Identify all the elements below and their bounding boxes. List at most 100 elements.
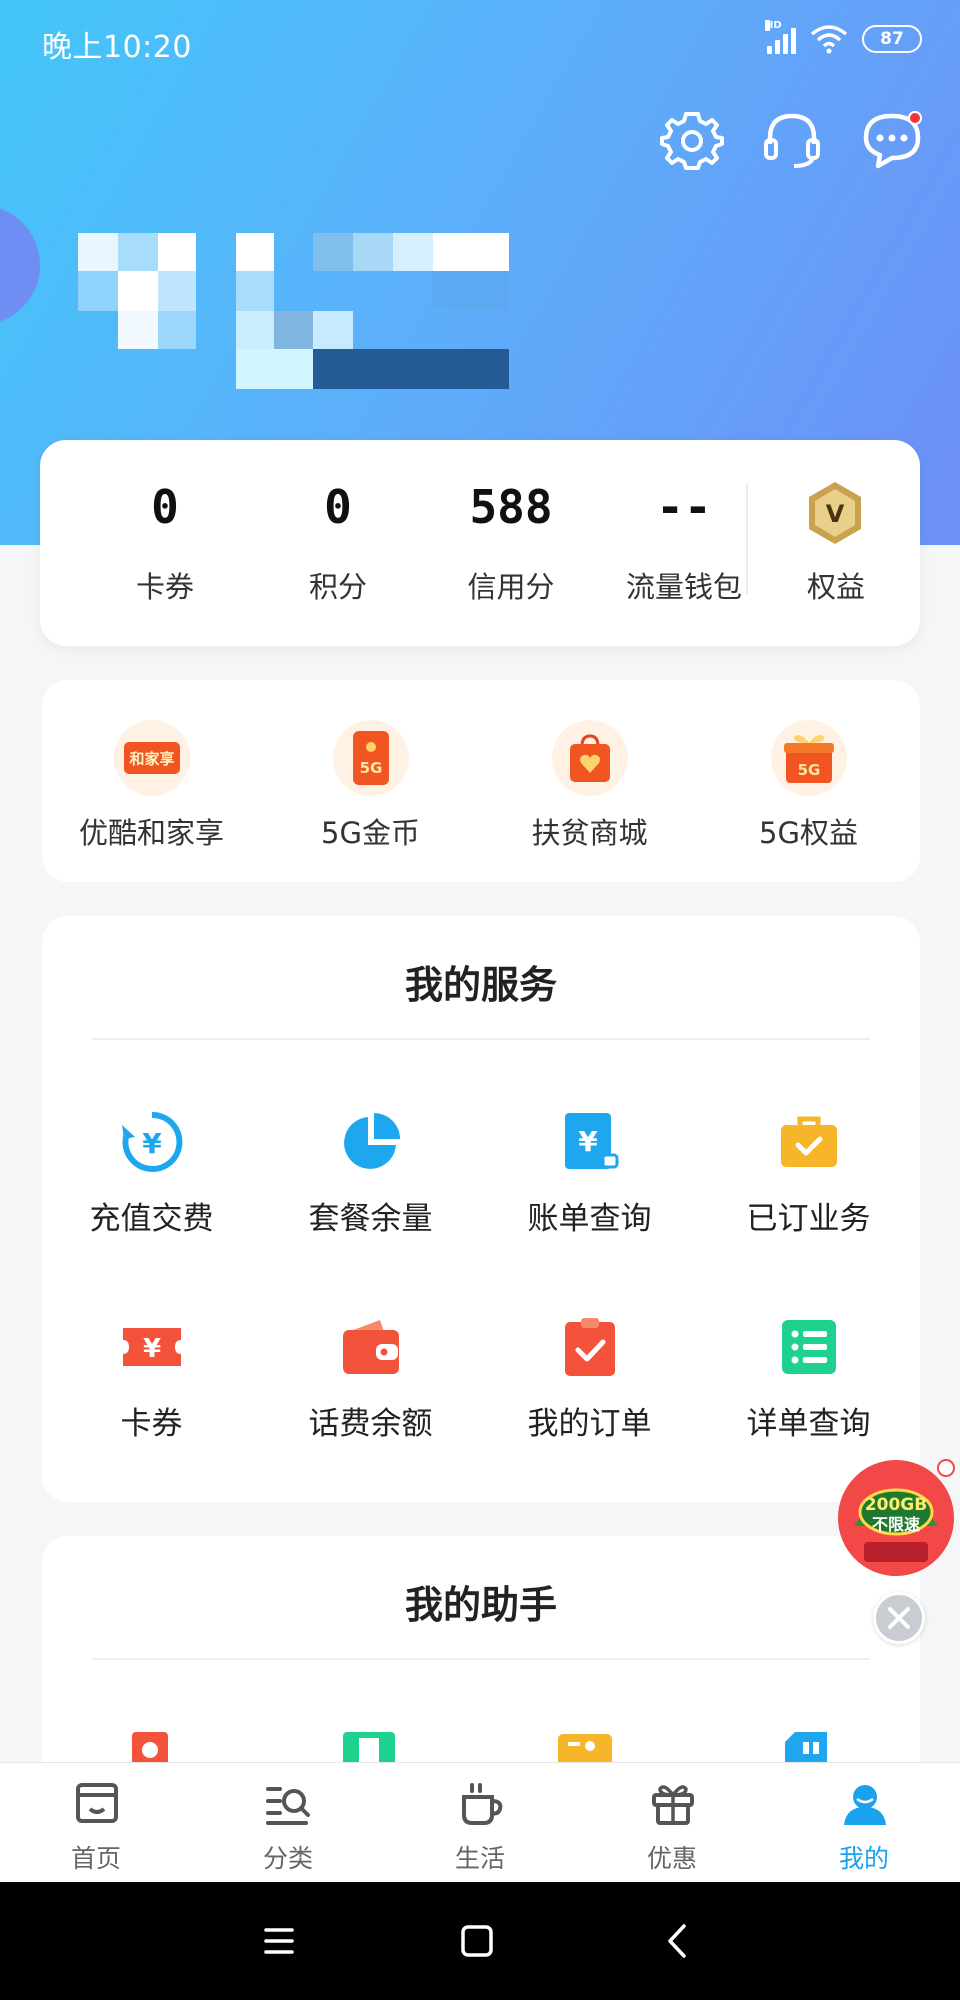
stat-coupons[interactable]: 0 卡券	[78, 440, 252, 646]
service-recharge[interactable]: ¥ 充值交费	[42, 1111, 261, 1291]
promo-item-5g-rights[interactable]: 5G 5G权益	[699, 680, 918, 882]
list-icon	[782, 1320, 836, 1374]
battery-icon: 87	[862, 25, 922, 53]
tab-label: 优惠	[646, 1844, 697, 1873]
tab-label: 首页	[70, 1844, 121, 1873]
profile-icon	[844, 1785, 886, 1825]
coupon-icon: ¥	[123, 1328, 181, 1366]
stat-value: 0	[151, 480, 179, 534]
5g-gift-icon: 5G	[771, 720, 847, 796]
rights-label: 权益	[806, 570, 865, 604]
cup-icon	[462, 1783, 503, 1825]
rights-button[interactable]: V 权益	[751, 440, 921, 646]
system-navigation-bar	[0, 1882, 960, 2000]
stat-label: 信用分	[467, 570, 555, 604]
promo-line2: 不限速	[872, 1515, 920, 1534]
home-button-icon[interactable]	[454, 1918, 500, 1964]
promo-line1: 200GB	[865, 1495, 927, 1515]
gift-icon	[652, 1785, 694, 1825]
service-label: 账单查询	[527, 1201, 652, 1237]
divider	[746, 484, 748, 594]
close-icon	[888, 1607, 910, 1629]
tab-label: 生活	[454, 1844, 505, 1873]
settings-icon[interactable]	[660, 108, 724, 172]
service-label: 我的订单	[527, 1406, 652, 1442]
vip-badge-icon: V	[809, 482, 861, 544]
shopping-bag-icon	[552, 720, 628, 796]
divider	[92, 1038, 870, 1040]
promo-label: 扶贫商城	[531, 816, 648, 850]
status-bar: 晚上10:20 HD 87	[0, 0, 960, 84]
signal-icon: HD	[765, 20, 796, 54]
service-label: 充值交费	[89, 1201, 214, 1237]
status-icons: HD 87	[765, 20, 922, 54]
unread-dot	[908, 111, 922, 125]
stat-value: 588	[469, 480, 553, 534]
bottom-tab-bar: 首页 分类 生活 优惠 我的	[0, 1762, 960, 1882]
stat-data-wallet[interactable]: -- 流量钱包	[597, 440, 771, 646]
service-coupons[interactable]: ¥ 卡券	[42, 1316, 261, 1496]
wifi-icon	[810, 25, 848, 54]
customer-service-icon[interactable]	[760, 108, 824, 172]
category-icon	[266, 1787, 310, 1825]
service-phone-balance[interactable]: 话费余额	[261, 1316, 480, 1496]
tab-discounts[interactable]: 优惠	[576, 1763, 768, 1883]
stat-points[interactable]: 0 积分	[251, 440, 425, 646]
service-label: 已订业务	[746, 1201, 871, 1237]
stat-credit-score[interactable]: 588 信用分	[424, 440, 598, 646]
service-label: 卡券	[120, 1406, 183, 1442]
tab-category[interactable]: 分类	[192, 1763, 384, 1883]
promo-label: 5G金币	[321, 816, 420, 850]
promo-item-poverty-mall[interactable]: 扶贫商城	[480, 680, 699, 882]
svg-text:¥: ¥	[578, 1125, 598, 1158]
svg-text:¥: ¥	[143, 1334, 161, 1364]
menu-icon[interactable]	[256, 1918, 302, 1964]
service-package-balance[interactable]: 套餐余量	[261, 1111, 480, 1291]
service-label: 套餐余量	[308, 1201, 433, 1237]
briefcase-icon	[781, 1116, 837, 1167]
5g-phone-icon: 5G	[333, 720, 409, 796]
tab-home[interactable]: 首页	[0, 1763, 192, 1883]
account-stats-card: 0 卡券 0 积分 588 信用分 -- 流量钱包 V 权益	[40, 440, 920, 646]
hd-badge: HD	[765, 20, 782, 31]
service-label: 话费余额	[308, 1406, 433, 1442]
message-icon[interactable]	[860, 108, 924, 172]
tab-label: 我的	[838, 1844, 889, 1873]
tab-mine[interactable]: 我的	[768, 1763, 960, 1883]
promo-icon-text: 和家享	[129, 750, 174, 768]
stat-value: 0	[324, 480, 352, 534]
battery-level: 87	[880, 29, 904, 49]
tab-label: 分类	[262, 1844, 313, 1873]
service-subscribed[interactable]: 已订业务	[699, 1111, 918, 1291]
promo-label: 优酷和家享	[78, 816, 224, 850]
service-bill-query[interactable]: ¥ 账单查询	[480, 1111, 699, 1291]
promo-icon-text: 5G	[360, 759, 383, 777]
promo-item-5g-coins[interactable]: 5G 5G金币	[261, 680, 480, 882]
stat-value: --	[656, 480, 712, 534]
close-floating-promo-button[interactable]	[873, 1592, 925, 1644]
home-icon	[76, 1783, 118, 1823]
promo-label: 5G权益	[759, 816, 858, 850]
wallet-icon	[343, 1320, 399, 1374]
back-icon[interactable]	[656, 1918, 702, 1964]
service-label: 详单查询	[746, 1406, 871, 1442]
promo-item-family-share[interactable]: 和家享 优酷和家享	[42, 680, 261, 882]
divider	[92, 1658, 870, 1660]
pie-chart-icon	[344, 1113, 400, 1169]
stat-label: 卡券	[135, 570, 194, 604]
service-my-orders[interactable]: 我的订单	[480, 1316, 699, 1496]
section-title: 我的服务	[404, 963, 557, 1007]
order-icon	[565, 1318, 615, 1376]
bill-icon: ¥	[565, 1113, 619, 1169]
recharge-icon: ¥	[122, 1111, 183, 1172]
svg-text:¥: ¥	[142, 1127, 162, 1160]
promo-icon-text: 5G	[798, 761, 821, 779]
floating-promo-200gb[interactable]: 200GB 不限速	[834, 1456, 958, 1580]
stat-label: 积分	[308, 570, 367, 604]
stat-label: 流量钱包	[625, 570, 742, 604]
section-title: 我的助手	[404, 1583, 557, 1627]
tab-life[interactable]: 生活	[384, 1763, 576, 1883]
status-time: 晚上10:20	[42, 30, 192, 65]
family-share-icon: 和家享	[114, 720, 190, 796]
promo-card: 和家享 优酷和家享 5G 5G金币 扶贫商城 5G 5G权益	[42, 680, 920, 882]
